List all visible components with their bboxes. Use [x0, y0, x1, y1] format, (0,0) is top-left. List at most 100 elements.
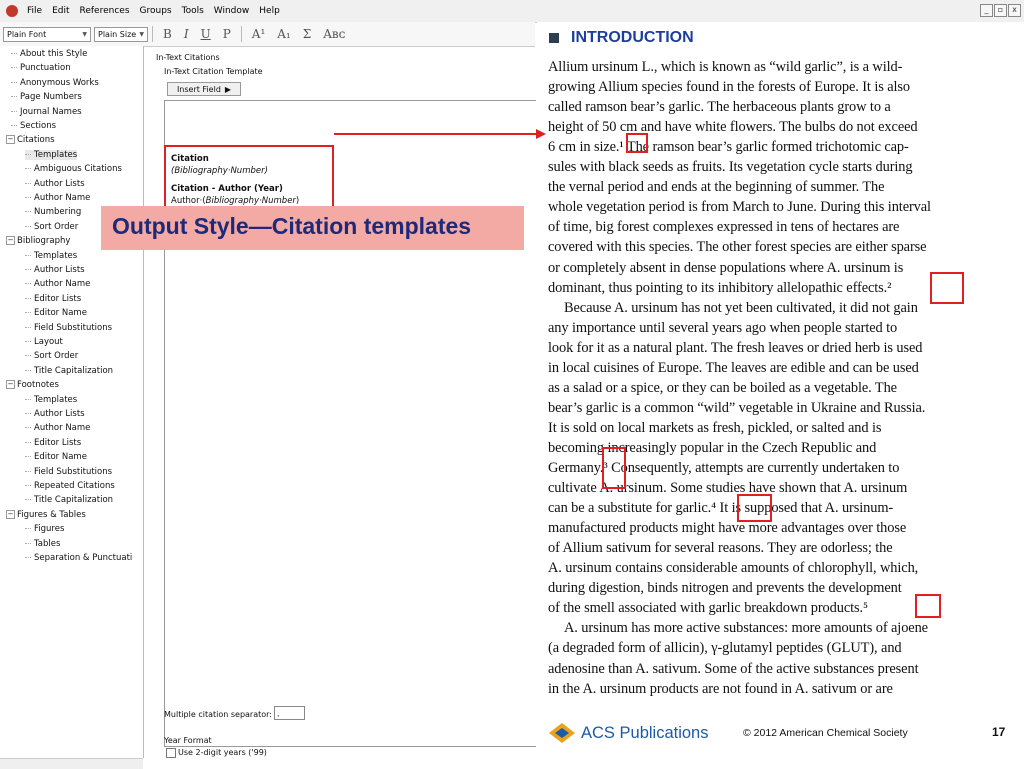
tree-item[interactable]: − Figures & Tables	[6, 509, 86, 520]
separator-input[interactable]	[274, 706, 305, 720]
window-controls: _ ▫ x	[980, 4, 1021, 17]
author-year-label: Citation - Author (Year)	[171, 184, 283, 194]
tree-item[interactable]: Page Numbers	[11, 92, 82, 102]
tree-item-label: Templates	[34, 250, 78, 261]
tree-item[interactable]: Title Capitalization	[25, 495, 113, 505]
plain-button[interactable]: P	[223, 27, 231, 41]
tree-item[interactable]: − Citations	[6, 135, 55, 145]
underline-button[interactable]: U	[201, 27, 211, 41]
close-icon[interactable]: x	[1008, 4, 1021, 17]
insert-field-label: Insert Field	[176, 84, 221, 94]
tree-item[interactable]: Editor Lists	[25, 438, 81, 448]
two-digit-years-checkbox[interactable]	[166, 748, 176, 758]
tree-item-label: Field Substitutions	[34, 466, 113, 477]
article-line: whole vegetation period is from March to…	[548, 199, 931, 216]
symbol-button[interactable]: Σ	[303, 27, 311, 41]
small-caps-button[interactable]: Aʙᴄ	[323, 27, 345, 41]
tree-connector	[25, 153, 31, 155]
tree-item-label: Sections	[20, 121, 57, 131]
article-line: of Allium sativum for several reasons. T…	[548, 540, 893, 557]
tree-item[interactable]: Templates	[25, 395, 77, 405]
tree-item[interactable]: Author Name	[25, 279, 90, 289]
tree-item[interactable]: Author Name	[25, 423, 90, 433]
size-select[interactable]: Plain Size ▼	[94, 26, 148, 42]
menu-help[interactable]: Help	[259, 6, 280, 16]
tree-connector	[25, 441, 31, 443]
tree-connector	[25, 485, 31, 486]
publisher-logo: ACS Publications	[548, 722, 708, 744]
tree-item[interactable]: Title Capitalization	[25, 366, 113, 376]
article-line: (a degraded form of allicin), γ-glutamyl…	[548, 640, 902, 657]
tree-item[interactable]: Editor Name	[25, 452, 87, 462]
subscript-button[interactable]: A₁	[277, 27, 290, 41]
tree-item[interactable]: − Footnotes	[6, 380, 59, 390]
expand-toggle-icon[interactable]: −	[6, 135, 15, 145]
citation-highlight-4	[737, 494, 772, 522]
tree-connector	[25, 182, 31, 184]
tree-item[interactable]: Tables	[25, 539, 60, 549]
tree-item[interactable]: Editor Name	[25, 308, 87, 318]
tree-connector	[25, 225, 31, 227]
italic-button[interactable]: I	[184, 27, 189, 41]
tree-item-label: Title Capitalization	[34, 365, 114, 376]
tree-item[interactable]: Figures	[25, 524, 64, 534]
tree-item[interactable]: Sort Order	[25, 222, 78, 232]
insert-field-button[interactable]: Insert Field ▶	[167, 82, 241, 96]
expand-toggle-icon[interactable]: −	[6, 380, 15, 390]
expand-toggle-icon[interactable]: −	[6, 236, 15, 246]
article-line: Because A. ursinum has not yet been cult…	[564, 299, 918, 316]
tree-connector	[25, 427, 31, 429]
menu-edit[interactable]: Edit	[52, 6, 69, 16]
tree-horizontal-scrollbar[interactable]	[0, 758, 143, 769]
tree-item[interactable]: Author Lists	[25, 265, 85, 275]
year-format-label: Year Format	[164, 736, 212, 745]
tree-connector	[25, 470, 31, 472]
tree-item[interactable]: About this Style	[11, 49, 87, 59]
article-line: any importance until several years ago w…	[548, 319, 898, 336]
tree-item[interactable]: Repeated Citations	[25, 481, 115, 491]
panel-heading: In-Text Citations	[156, 53, 220, 62]
tree-item[interactable]: Editor Lists	[25, 294, 81, 304]
menu-window[interactable]: Window	[214, 6, 250, 16]
tree-item[interactable]: − Bibliography	[6, 236, 70, 246]
restore-icon[interactable]: ▫	[994, 4, 1007, 17]
tree-item[interactable]: Field Substitutions	[25, 467, 112, 477]
superscript-button[interactable]: A¹	[252, 27, 265, 41]
menu-file[interactable]: File	[27, 6, 42, 16]
citation-template-value: (Bibliography·Number)	[171, 166, 268, 176]
tree-item[interactable]: Punctuation	[11, 63, 71, 73]
tree-item[interactable]: Sections	[11, 121, 56, 131]
tree-item[interactable]: Layout	[25, 337, 63, 347]
tree-item[interactable]: Templates	[25, 149, 78, 160]
article-line: growing Allium species found in the fore…	[548, 79, 911, 96]
tree-item-label: Templates	[34, 394, 78, 405]
menu-groups[interactable]: Groups	[140, 6, 172, 16]
tree-item[interactable]: Journal Names	[11, 107, 82, 117]
tree-connector	[25, 254, 31, 256]
tree-item[interactable]: Field Substitutions	[25, 323, 112, 333]
minimize-icon[interactable]: _	[980, 4, 993, 17]
tree-item[interactable]: Sort Order	[25, 351, 78, 361]
tree-item[interactable]: Templates	[25, 251, 77, 261]
separator-label: Multiple citation separator:	[164, 710, 272, 719]
font-select[interactable]: Plain Font ▼	[3, 26, 91, 42]
tree-item[interactable]: Separation & Punctuati	[25, 553, 132, 563]
tree-item[interactable]: Anonymous Works	[11, 78, 99, 88]
tree-item[interactable]: Author Lists	[25, 409, 85, 419]
tree-item[interactable]: Ambiguous Citations	[25, 164, 122, 174]
tree-connector	[25, 355, 31, 357]
menu-tools[interactable]: Tools	[182, 6, 204, 16]
citation-template-line: (Bibliography·Number)	[171, 166, 268, 176]
tree-item[interactable]: Author Lists	[25, 179, 85, 189]
article-line: of time, big forest complexes expressed …	[548, 219, 900, 236]
tree-item-label: Footnotes	[17, 380, 59, 391]
expand-toggle-icon[interactable]: −	[6, 509, 15, 519]
two-digit-years-label: Use 2-digit years ('99)	[178, 748, 267, 757]
tree-item[interactable]: Numbering	[25, 207, 81, 217]
page-number: 17	[992, 725, 1006, 739]
bold-button[interactable]: B	[163, 27, 172, 41]
article-line: covered with this species. The other for…	[548, 239, 927, 256]
menu-references[interactable]: References	[80, 6, 130, 16]
tree-item[interactable]: Author Name	[25, 193, 90, 203]
tree-connector	[25, 168, 31, 170]
